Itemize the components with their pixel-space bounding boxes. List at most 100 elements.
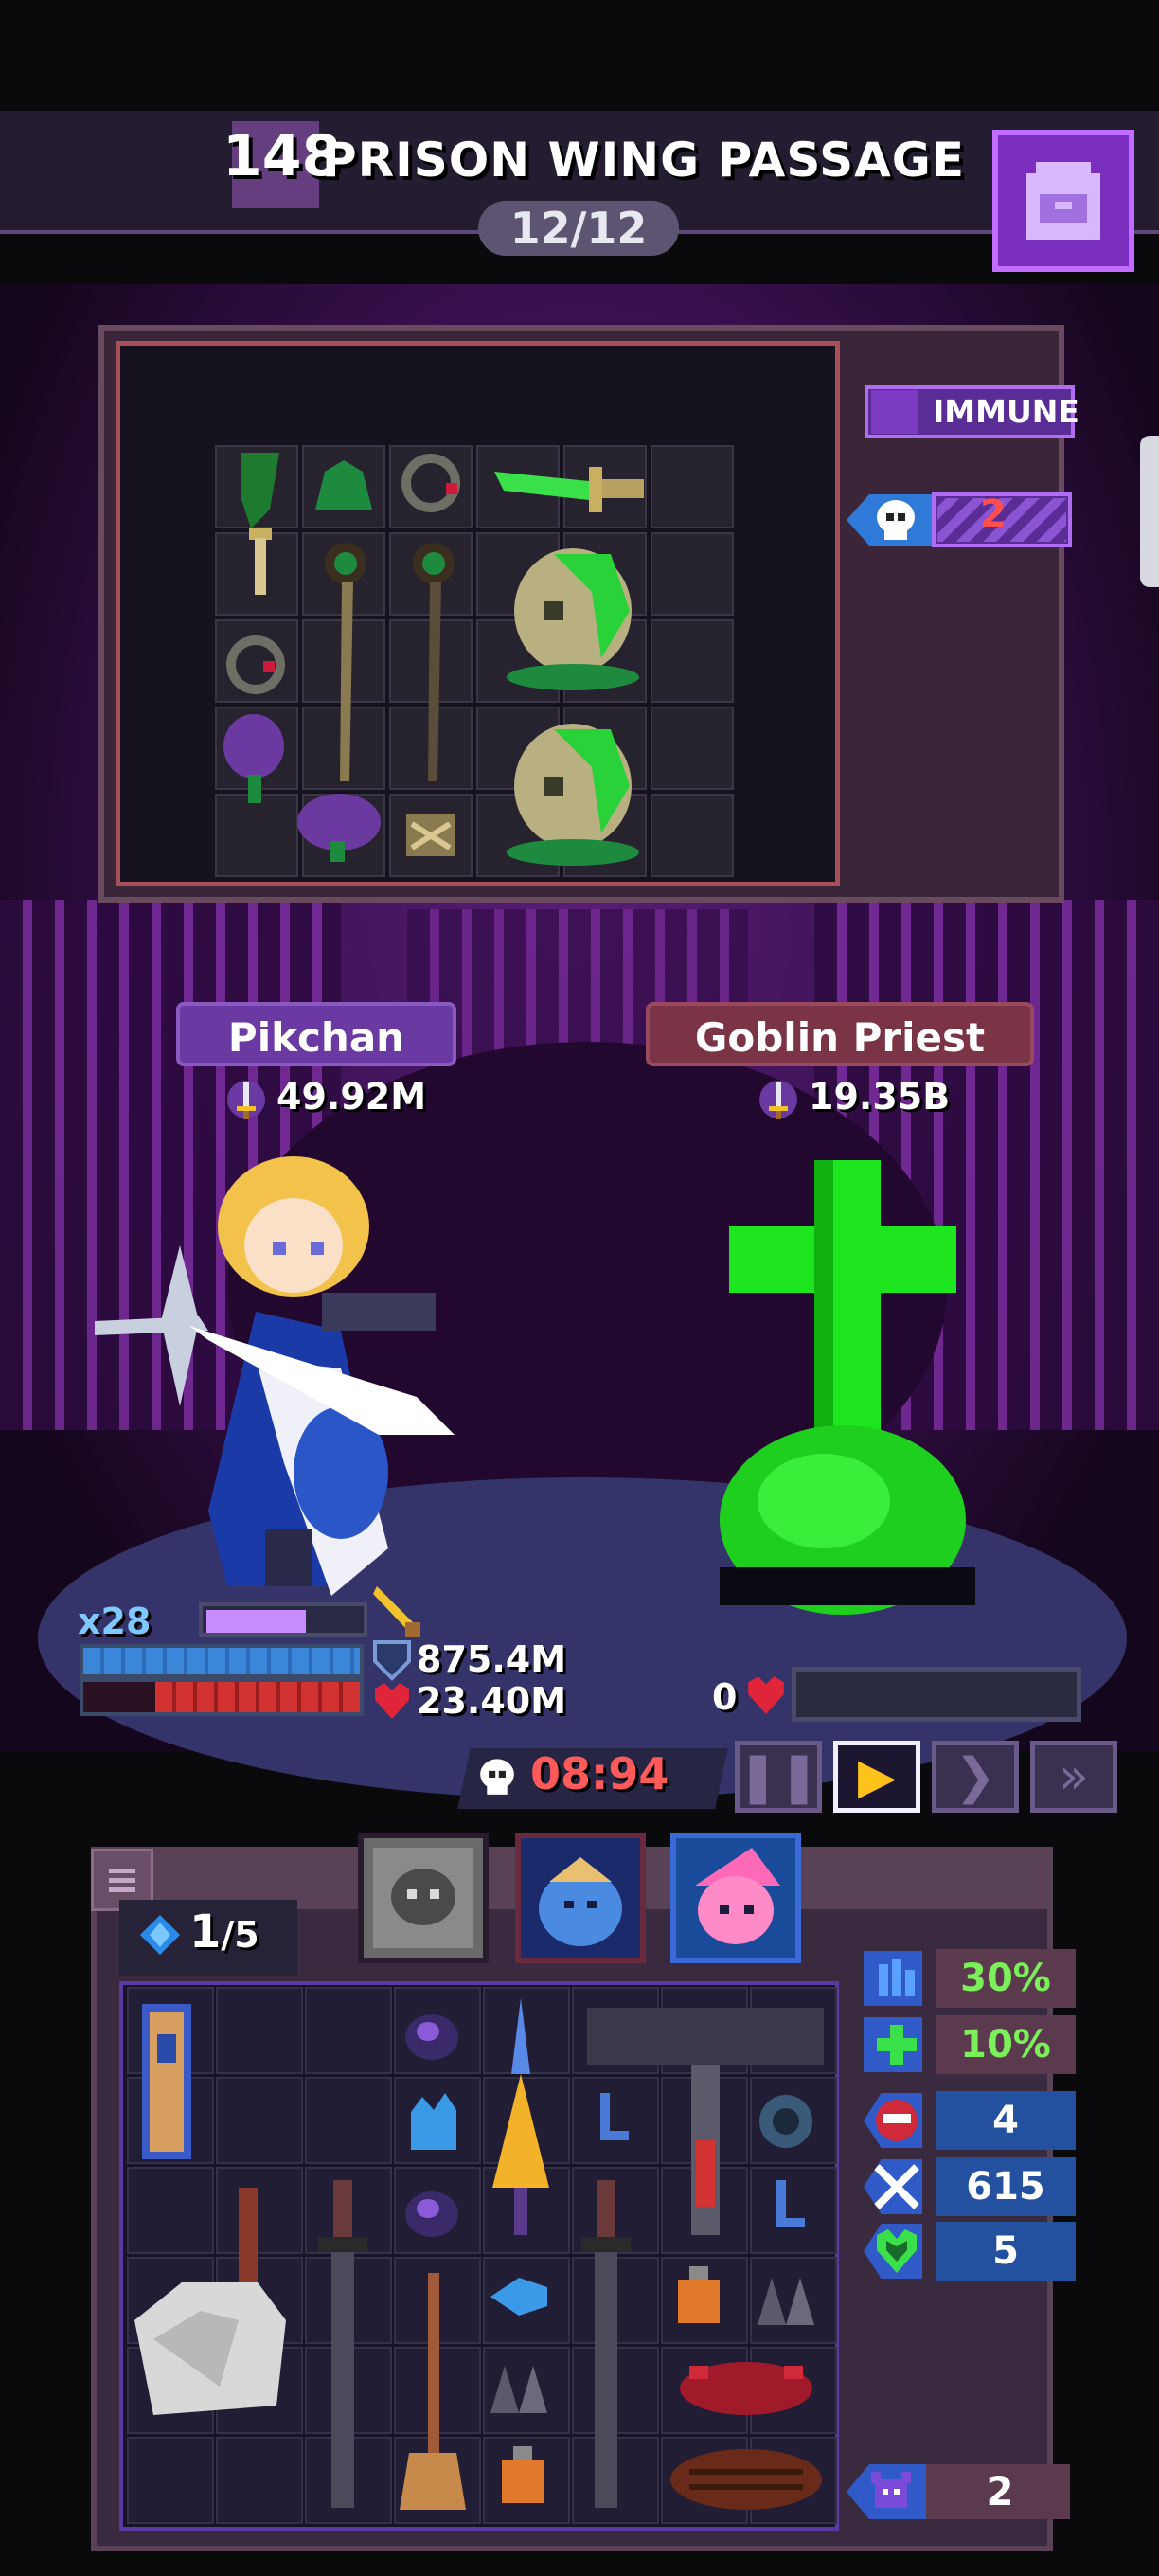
- purple-orb-icon[interactable]: [394, 1994, 470, 2069]
- stage-title: PRISON WING PASSAGE: [322, 133, 965, 188]
- play-icon: ▶: [858, 1748, 896, 1805]
- stat-badge: 4: [860, 2091, 1076, 2150]
- spike-trap-icon[interactable]: [748, 2259, 824, 2334]
- broom-icon[interactable]: [390, 2263, 475, 2519]
- player-energy-bar: [199, 1602, 367, 1637]
- immune-icon: [871, 390, 918, 434]
- sword-power-icon: [759, 1081, 797, 1119]
- pause-icon: ❚❚: [737, 1748, 820, 1805]
- fast-speed-button[interactable]: ❯: [932, 1741, 1019, 1813]
- staff-icon: [413, 543, 455, 781]
- blue-gauntlet-icon[interactable]: [396, 2084, 472, 2159]
- shield-icon: [373, 1640, 411, 1681]
- pikchan-hero-sprite: [95, 1156, 455, 1596]
- blue-gem-icon: [140, 1915, 180, 1955]
- enemy-power: 19.35B: [809, 1076, 951, 1118]
- side-scroll-handle[interactable]: [1140, 436, 1159, 587]
- inventory-grid-cell[interactable]: [127, 2437, 214, 2524]
- player-hp-fill: [154, 1682, 360, 1712]
- player-power: 49.92M: [276, 1076, 427, 1118]
- blue-gauntlet-icon[interactable]: [481, 2259, 557, 2334]
- potion-bottle-icon[interactable]: [485, 2439, 561, 2514]
- skull-icon: [877, 500, 915, 540]
- locked-goblin-icon: [373, 1848, 473, 1948]
- witch-hero-portrait[interactable]: [670, 1833, 801, 1963]
- inventory-grid-cell[interactable]: [305, 2077, 392, 2164]
- backpack-button[interactable]: [992, 130, 1134, 272]
- attack-speed-icon: [864, 1951, 922, 2006]
- player-shield-bar: [80, 1644, 364, 1678]
- locked-hero-portrait[interactable]: [358, 1833, 489, 1963]
- stat-value: 615: [936, 2157, 1076, 2216]
- enemy-grid-cell: [651, 532, 734, 616]
- hook-icon[interactable]: [572, 2084, 648, 2159]
- green-sword-icon: [494, 467, 644, 512]
- stone-mace-icon[interactable]: [125, 2178, 295, 2434]
- purple-mushroom-icon: [223, 714, 381, 862]
- stat-value: 10%: [936, 2015, 1076, 2074]
- hook-icon[interactable]: [748, 2171, 824, 2246]
- stat-badge: 5: [860, 2222, 1076, 2281]
- immune-label: IMMUNE: [933, 393, 1079, 430]
- rage-face-icon: [864, 2093, 922, 2148]
- red-crab-icon[interactable]: [661, 2347, 831, 2423]
- inventory-grid-cell[interactable]: [216, 2437, 303, 2524]
- stat-badge: 615: [860, 2157, 1076, 2216]
- battle-timer: 08:94: [530, 1748, 669, 1799]
- wave-progress: 12/12: [478, 201, 679, 256]
- spike-trap-icon[interactable]: [481, 2347, 557, 2423]
- enemy-hp-value: 0: [712, 1676, 738, 1718]
- heart-icon: [375, 1683, 409, 1719]
- inventory-grid-cell[interactable]: [305, 1987, 392, 2074]
- goblin-head-idol-icon: [507, 548, 639, 690]
- coiled-rope-icon[interactable]: [748, 2084, 824, 2159]
- ring-icon: [226, 635, 285, 694]
- inventory-grid-cell[interactable]: [216, 2077, 303, 2164]
- player-shield-value: 875.4M: [417, 1638, 567, 1680]
- dark-sword-icon[interactable]: [568, 2171, 644, 2521]
- green-dagger-icon: [241, 453, 279, 595]
- steak-icon[interactable]: [661, 2434, 831, 2519]
- enemy-name-plate: Goblin Priest: [646, 1002, 1034, 1066]
- player-energy-fill: [206, 1610, 307, 1633]
- scroll-bundle-icon: [406, 814, 455, 856]
- stat-badge: 30%: [860, 1949, 1076, 2008]
- play-speed-button[interactable]: ▶: [833, 1741, 920, 1813]
- player-hp-value: 23.40M: [417, 1680, 567, 1722]
- purple-orb-icon[interactable]: [394, 2171, 470, 2246]
- gem-count-max: /5: [221, 1914, 259, 1956]
- enemy-grid-cell: [651, 445, 734, 528]
- heart-shield-icon: [864, 2224, 922, 2279]
- ornate-shield-icon[interactable]: [129, 1996, 205, 2167]
- dark-sword-icon[interactable]: [305, 2171, 381, 2521]
- sword-weapon-sprite: [373, 1586, 420, 1637]
- gem-count: 1/5: [189, 1905, 259, 1959]
- skull-icon: [480, 1759, 514, 1795]
- green-slime-icon: [315, 460, 372, 510]
- slime-hero-portrait[interactable]: [515, 1833, 646, 1963]
- double-chevron-right-icon: »: [1059, 1748, 1089, 1805]
- inventory-grid-cell[interactable]: [216, 1987, 303, 2074]
- stat-value: 30%: [936, 1949, 1076, 2008]
- goblin-priest-tombstone-sprite: [720, 1160, 975, 1615]
- potion-bottle-icon[interactable]: [661, 2259, 737, 2334]
- skull-count: 2: [980, 492, 1007, 536]
- goblin-head-idol-icon: [507, 724, 639, 866]
- golden-drill-lance-icon[interactable]: [478, 1998, 563, 2245]
- enemy-grid-cell: [651, 794, 734, 877]
- stat-value: 5: [936, 2222, 1076, 2281]
- pause-button[interactable]: ❚❚: [735, 1741, 822, 1813]
- sword-power-icon: [227, 1081, 265, 1119]
- player-name-plate: Pikchan: [176, 1002, 456, 1066]
- gem-count-value: 1: [189, 1905, 222, 1959]
- blue-slime-icon: [539, 1857, 622, 1946]
- enemy-grid-cell: [651, 619, 734, 703]
- player-shield-fill: [83, 1648, 360, 1674]
- crossed-swords-icon: [864, 2159, 922, 2214]
- enemy-hp-bar: [792, 1667, 1081, 1722]
- fastest-speed-button[interactable]: »: [1030, 1741, 1117, 1813]
- pink-witch-icon: [695, 1848, 780, 1944]
- heart-icon: [748, 1676, 784, 1714]
- backpack-icon: [1026, 162, 1100, 240]
- enemy-grid-cell: [651, 707, 734, 790]
